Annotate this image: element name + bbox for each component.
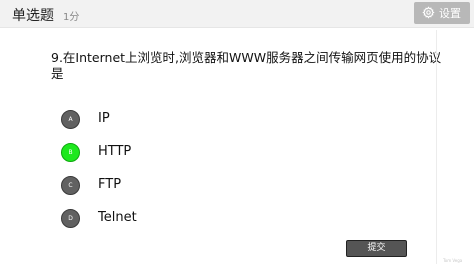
option-b-letter: B [68,149,73,156]
option-b-label: HTTP [98,144,132,159]
settings-button[interactable]: 设置 [414,2,470,24]
option-a-letter: A [68,116,73,123]
score-label: 1分 [63,12,80,23]
option-c-letter: C [68,182,73,189]
option-b-radio[interactable]: B [61,143,80,162]
option-d-radio[interactable]: D [61,209,80,228]
settings-label: 设置 [439,7,461,20]
submit-label: 提交 [367,243,386,253]
option-c[interactable]: C FTP [61,175,181,197]
question-text: 9.在Internet上浏览时,浏览器和WWW服务器之间传输网页使用的协议是 [51,50,442,81]
option-c-radio[interactable]: C [61,176,80,195]
option-a-radio[interactable]: A [61,110,80,129]
watermark-text: Tom Vega [443,258,463,263]
option-b[interactable]: B HTTP [61,142,181,164]
option-a-label: IP [98,111,110,126]
header-bar: 单选题 1分 设置 [0,0,474,28]
question-type-label: 单选题 [12,8,54,24]
option-a[interactable]: A IP [61,109,181,131]
option-c-label: FTP [98,177,122,192]
option-d-label: Telnet [98,210,137,225]
submit-button[interactable]: 提交 [346,240,407,257]
option-d-letter: D [68,215,73,222]
gear-icon [422,6,435,19]
option-d[interactable]: D Telnet [61,208,181,230]
right-divider [436,30,437,264]
